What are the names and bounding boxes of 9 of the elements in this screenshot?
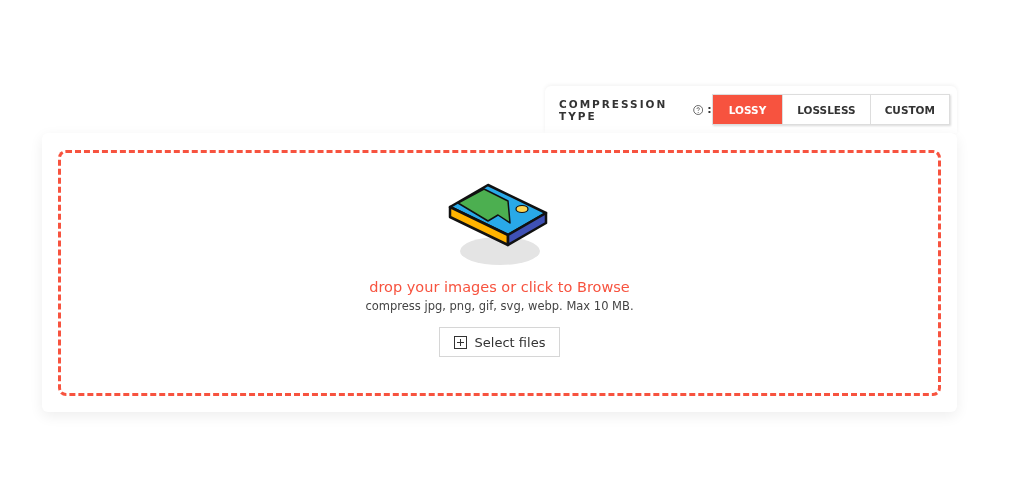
help-icon[interactable]: [692, 103, 704, 116]
compression-tab[interactable]: CUSTOM: [869, 95, 949, 124]
select-files-button[interactable]: Select files: [438, 327, 561, 357]
compression-tab[interactable]: LOSSLESS: [782, 95, 870, 124]
separator: :: [707, 103, 712, 116]
format-hint: compress jpg, png, gif, svg, webp. Max 10 MB.: [365, 299, 634, 313]
drop-zone[interactable]: drop your images or click to Browse compress jpg, png, gif, svg, webp. Max 10 MB. Select files: [58, 150, 941, 396]
plus-icon: [453, 335, 467, 349]
compression-label: COMPRESSION TYPE: [559, 97, 669, 122]
